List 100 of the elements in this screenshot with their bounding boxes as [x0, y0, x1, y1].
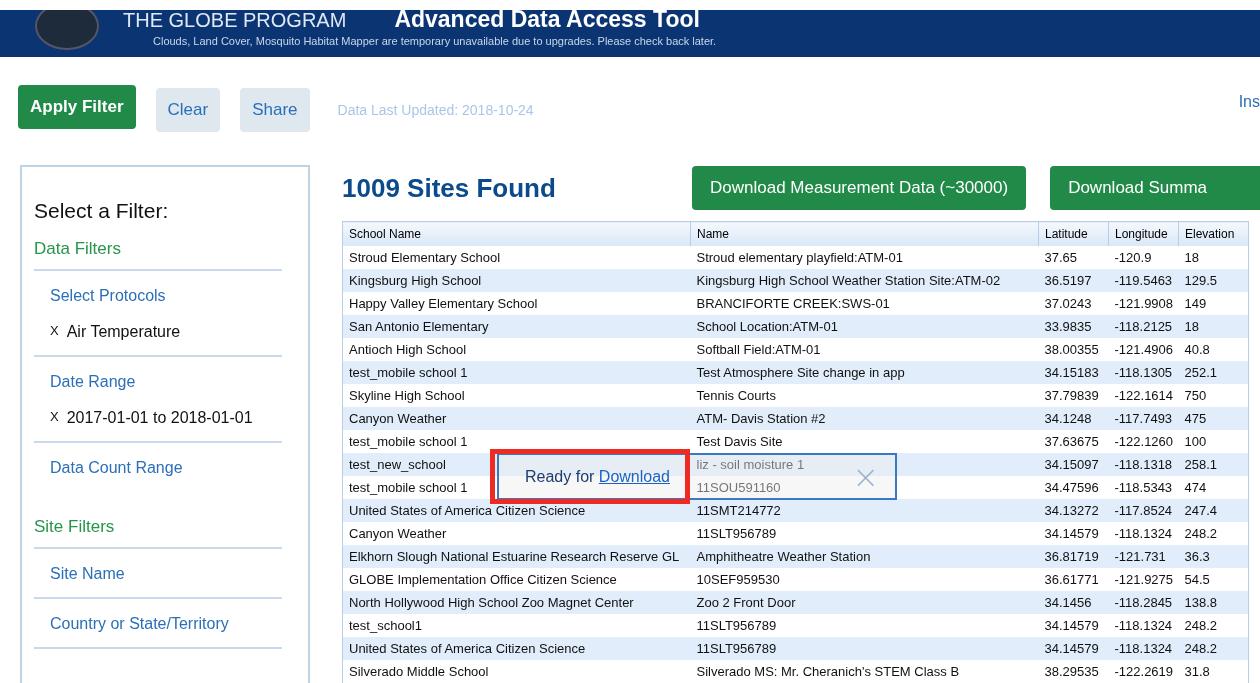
column-header[interactable]: Elevation [1178, 221, 1249, 246]
table-cell: -118.1305 [1114, 365, 1173, 380]
globe-logo-icon [35, 10, 99, 50]
table-cell: -118.1324 [1114, 526, 1173, 541]
table-cell: -121.731 [1114, 549, 1166, 564]
popup-message: Ready for Download [525, 467, 670, 486]
table-cell: Amphitheatre Weather Station [696, 549, 871, 564]
table-cell: -118.2845 [1114, 595, 1173, 610]
table-cell: -117.8524 [1114, 503, 1173, 518]
table-cell: Skyline High School [349, 388, 465, 403]
table-cell: United States of America Citizen Science [349, 503, 586, 518]
toolbar-button[interactable]: Share [240, 88, 310, 132]
column-header[interactable]: Latitude [1038, 221, 1109, 246]
table-cell: 10SEF959530 [696, 572, 780, 587]
table-cell: -120.9 [1114, 250, 1152, 265]
table-cell: 248.2 [1184, 618, 1218, 633]
table-cell: 38.29535 [1044, 664, 1099, 679]
table-cell: 18 [1184, 319, 1199, 334]
filter-link[interactable]: Data Count Range [50, 459, 282, 477]
download-link[interactable]: Download [598, 467, 670, 485]
table-cell: School Location:ATM-01 [696, 319, 838, 334]
filter-link[interactable]: Country or State/Territory [50, 615, 282, 633]
table-cell: Test Atmosphere Site change in app [696, 365, 905, 380]
results-count: 1009 Sites Found [342, 172, 557, 204]
table-cell: 37.79839 [1044, 388, 1099, 403]
table-cell: United States of America Citizen Science [349, 641, 586, 656]
table-cell: 750 [1184, 388, 1207, 403]
last-updated-text: Data Last Updated: 2018-10-24 [337, 102, 534, 118]
table-cell: -118.2125 [1114, 319, 1173, 334]
table-cell: -119.5463 [1114, 273, 1173, 288]
program-name: THE GLOBE PROGRAM [123, 10, 347, 32]
table-cell: 129.5 [1184, 273, 1218, 288]
table-cell: 247.4 [1184, 503, 1218, 518]
filter-value: 2017-01-01 to 2018-01-01 [66, 409, 253, 427]
table-cell: -117.7493 [1114, 411, 1173, 426]
table-cell: 37.63675 [1044, 434, 1099, 449]
table-cell: 37.65 [1044, 250, 1078, 265]
nav-link[interactable]: Ins [1238, 93, 1260, 111]
table-cell: 34.14579 [1044, 526, 1099, 541]
table-cell: -118.1318 [1114, 457, 1173, 472]
table-cell: 54.5 [1184, 572, 1210, 587]
table-cell: 37.0243 [1044, 296, 1092, 311]
table-cell: -122.1260 [1114, 434, 1174, 449]
table-cell: 34.1248 [1044, 411, 1092, 426]
remove-filter-button[interactable]: X [50, 409, 59, 427]
filter-link[interactable]: Date Range [50, 373, 282, 391]
table-cell: test_new_school [349, 457, 446, 472]
table-cell: -121.9275 [1114, 572, 1174, 587]
column-header[interactable]: Longitude [1108, 221, 1179, 246]
table-cell: 252.1 [1184, 365, 1218, 380]
filter-link[interactable]: Site Name [50, 565, 282, 583]
table-cell: BRANCIFORTE CREEK:SWS-01 [696, 296, 890, 311]
table-cell: test_mobile school 1 [349, 480, 468, 495]
section-heading: Data Filters [34, 239, 282, 271]
table-cell: -121.4906 [1114, 342, 1174, 357]
table-cell: ATM- Davis Station #2 [696, 411, 826, 426]
table-cell: 36.5197 [1044, 273, 1092, 288]
table-cell: Happy Valley Elementary School [349, 296, 538, 311]
table-cell: 34.15183 [1044, 365, 1099, 380]
table-cell: Antioch High School [349, 342, 467, 357]
download-button[interactable]: Download Measurement Data (~30000) [692, 166, 1027, 210]
table-cell: Tennis Courts [696, 388, 776, 403]
column-header[interactable]: School Name [342, 221, 691, 246]
table-cell: liz - soil moisture 1 [696, 457, 805, 472]
table-cell: 34.15097 [1044, 457, 1099, 472]
table-cell: 36.3 [1184, 549, 1210, 564]
table-cell: -122.2619 [1114, 664, 1174, 679]
table-cell: Stroud elementary playfield:ATM-01 [696, 250, 903, 265]
table-cell: Softball Field:ATM-01 [696, 342, 821, 357]
table-cell: 33.9835 [1044, 319, 1092, 334]
table-cell: 11SLT956789 [696, 526, 777, 541]
table-cell: 100 [1184, 434, 1207, 449]
notice-text: Clouds, Land Cover, Mosquito Habitat Mapper are temporary unavailable due to upgrades. Please check back later. [153, 35, 717, 47]
table-cell: 149 [1184, 296, 1207, 311]
table-cell: 34.14579 [1044, 618, 1099, 633]
table-cell: Stroud Elementary School [349, 250, 501, 265]
download-button[interactable]: Download Summa [1050, 166, 1260, 210]
table-cell: Canyon Weather [349, 526, 447, 541]
table-cell: 18 [1184, 250, 1199, 265]
remove-filter-button[interactable]: X [50, 323, 59, 341]
table-cell: 31.8 [1184, 664, 1210, 679]
table-cell: San Antonio Elementary [349, 319, 489, 334]
table-cell: 474 [1184, 480, 1207, 495]
table-cell: test_school1 [349, 618, 422, 633]
table-cell: test_mobile school 1 [349, 365, 468, 380]
apply-filter-button[interactable]: Apply Filter [18, 85, 136, 129]
table-cell: 36.81719 [1044, 549, 1099, 564]
table-cell: Kingsburg High School [349, 273, 482, 288]
table-cell: test_mobile school 1 [349, 434, 468, 449]
table-cell: 40.8 [1184, 342, 1210, 357]
column-header[interactable]: Name [690, 221, 1039, 246]
table-cell: -118.1324 [1114, 641, 1173, 656]
table-cell: 258.1 [1184, 457, 1218, 472]
table-cell: -118.5343 [1114, 480, 1173, 495]
filter-link[interactable]: Select Protocols [50, 287, 282, 305]
toolbar-button[interactable]: Clear [155, 88, 221, 132]
section-heading: Site Filters [34, 517, 282, 549]
table-cell: 138.8 [1184, 595, 1218, 610]
table-cell: -122.1614 [1114, 388, 1174, 403]
table-cell: 36.61771 [1044, 572, 1099, 587]
